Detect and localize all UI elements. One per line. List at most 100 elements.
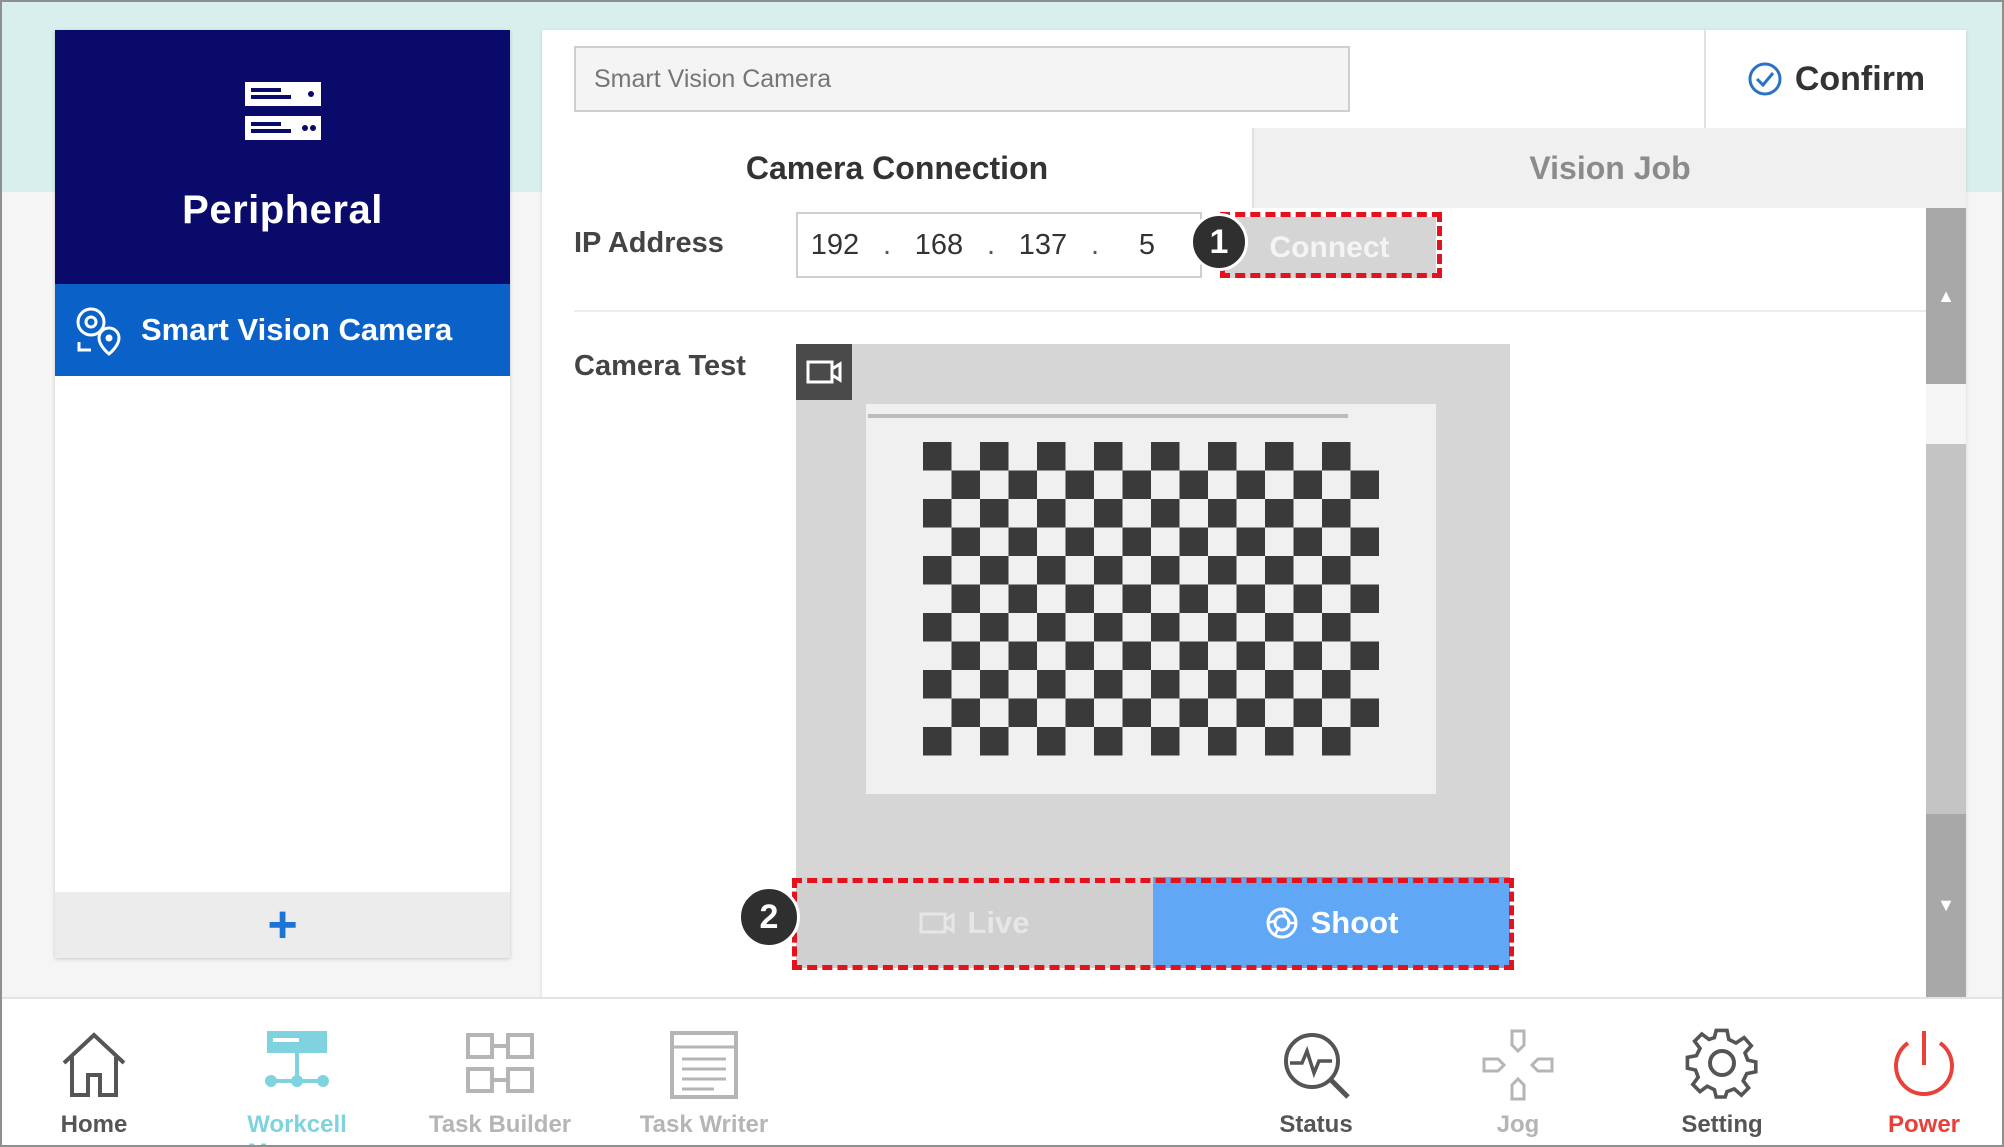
checker-square	[1208, 613, 1237, 642]
checker-square	[980, 556, 1009, 585]
nav-label: Home	[60, 1111, 128, 1138]
checkerboard-image	[796, 344, 1510, 877]
checker-square	[1094, 613, 1123, 642]
ip-separator: .	[986, 228, 996, 261]
checker-square	[1265, 727, 1294, 756]
nav-jog[interactable]: Jog	[1418, 999, 1618, 1145]
nav-workcell-manager[interactable]: Workcell Manager	[197, 999, 397, 1145]
tab-vision-job[interactable]: Vision Job	[1252, 128, 1966, 208]
task-writer-icon	[670, 1031, 738, 1099]
checker-square	[1322, 727, 1351, 756]
nav-power[interactable]: Power	[1824, 999, 2002, 1145]
checker-square	[923, 727, 952, 756]
nav-status[interactable]: Status	[1216, 999, 1416, 1145]
section-divider	[574, 310, 1930, 312]
checker-square	[1293, 641, 1322, 670]
checker-square	[1208, 727, 1237, 756]
ip-address-label: IP Address	[574, 227, 724, 259]
scroll-down-button[interactable]: ▼	[1926, 814, 1966, 997]
scroll-thumb[interactable]	[1926, 384, 1966, 444]
nav-setting[interactable]: Setting	[1622, 999, 1822, 1145]
checker-square	[1008, 698, 1037, 727]
confirm-label: Confirm	[1794, 59, 1926, 98]
checker-square	[1037, 499, 1066, 528]
task-builder-icon	[466, 1033, 534, 1093]
checker-square	[1179, 698, 1208, 727]
checker-square	[923, 499, 952, 528]
confirm-button[interactable]: Confirm	[1704, 30, 1966, 128]
nav-task-builder[interactable]: Task Builder	[400, 999, 600, 1145]
ip-octet-1[interactable]: 192	[798, 229, 872, 262]
checker-square	[1151, 727, 1180, 756]
camera-preview	[796, 344, 1510, 877]
scroll-track[interactable]	[1926, 444, 1966, 814]
checker-square	[1094, 556, 1123, 585]
checker-square	[1179, 470, 1208, 499]
camera-settings-panel: Confirm Camera Connection Vision Job IP …	[542, 30, 1966, 997]
step-badge-2: 2	[738, 886, 800, 948]
checker-square	[1122, 641, 1151, 670]
checker-square	[1236, 527, 1265, 556]
checker-square	[951, 584, 980, 613]
checker-square	[1265, 670, 1294, 699]
status-icon	[1284, 1033, 1350, 1099]
check-circle-icon	[1748, 62, 1782, 96]
device-name-input[interactable]	[574, 46, 1350, 112]
power-icon	[1894, 1031, 1954, 1096]
nav-home[interactable]: Home	[2, 999, 194, 1145]
ip-octet-4[interactable]: 5	[1110, 229, 1184, 262]
checker-square	[1208, 670, 1237, 699]
ip-address-field[interactable]: 192 . 168 . 137 . 5	[796, 212, 1202, 278]
checker-square	[1322, 499, 1351, 528]
checker-square	[1350, 641, 1379, 670]
camera-toggle-button[interactable]	[796, 344, 852, 400]
checker-square	[1293, 527, 1322, 556]
ip-octet-3[interactable]: 137	[1006, 229, 1080, 262]
checker-square	[1008, 584, 1037, 613]
checker-square	[1151, 670, 1180, 699]
checker-square	[1037, 556, 1066, 585]
checker-square	[923, 556, 952, 585]
checker-square	[1236, 584, 1265, 613]
highlight-connect	[1220, 212, 1442, 278]
checker-square	[923, 670, 952, 699]
checker-square	[1094, 499, 1123, 528]
checker-square	[1179, 527, 1208, 556]
checker-square	[1008, 641, 1037, 670]
checker-square	[1008, 527, 1037, 556]
checker-square	[1350, 527, 1379, 556]
checker-square	[1208, 442, 1237, 471]
sidebar-item-label: Smart Vision Camera	[141, 312, 453, 347]
camera-test-label: Camera Test	[574, 350, 746, 382]
nav-label: Task Writer	[639, 1111, 769, 1138]
checker-square	[1265, 613, 1294, 642]
checker-square	[1037, 442, 1066, 471]
ip-octet-2[interactable]: 168	[902, 229, 976, 262]
server-icon	[245, 82, 321, 140]
tab-camera-connection[interactable]: Camera Connection	[542, 128, 1252, 208]
checker-square	[1293, 470, 1322, 499]
checker-square	[1094, 670, 1123, 699]
checker-square	[1322, 613, 1351, 642]
checker-square	[1322, 556, 1351, 585]
checker-square	[980, 613, 1009, 642]
checker-square	[1065, 641, 1094, 670]
checker-square	[951, 641, 980, 670]
workcell-icon	[265, 1031, 329, 1087]
checker-square	[1236, 470, 1265, 499]
checker-square	[951, 698, 980, 727]
checker-square	[980, 499, 1009, 528]
checker-square	[1322, 670, 1351, 699]
checker-square	[1350, 698, 1379, 727]
checker-square	[1122, 698, 1151, 727]
checker-square	[1122, 584, 1151, 613]
nav-task-writer[interactable]: Task Writer	[604, 999, 804, 1145]
sidebar-item-smart-vision-camera[interactable]: Smart Vision Camera	[55, 284, 510, 376]
checker-square	[1037, 613, 1066, 642]
chevron-up-icon: ▲	[1937, 285, 1955, 306]
nav-label: Power	[1887, 1111, 1961, 1138]
add-peripheral-button[interactable]: +	[55, 892, 510, 958]
scrollbar[interactable]: ▲ ▼	[1926, 208, 1966, 997]
checker-square	[1151, 613, 1180, 642]
scroll-up-button[interactable]: ▲	[1926, 208, 1966, 384]
